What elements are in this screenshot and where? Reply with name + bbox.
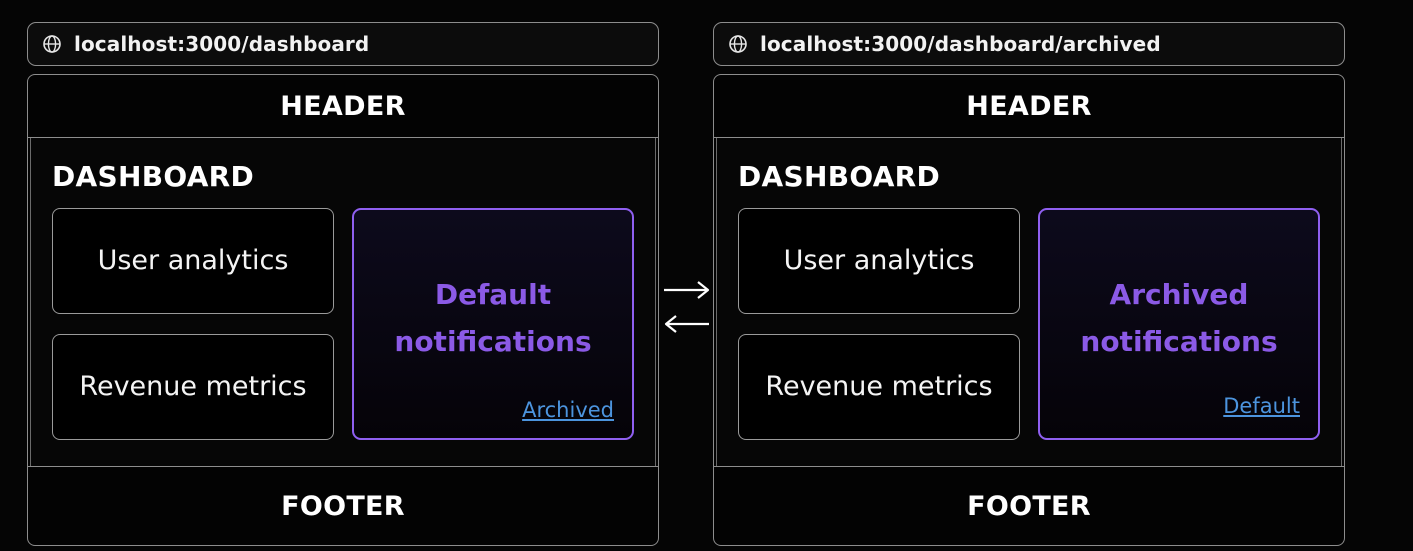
archived-link[interactable]: Archived	[522, 398, 614, 422]
layout-title: DASHBOARD	[52, 160, 255, 193]
dashboard-layout: DASHBOARD User analytics Revenue metrics…	[716, 138, 1342, 466]
footer-section: FOOTER	[28, 466, 658, 545]
header-section: HEADER	[714, 75, 1344, 138]
revenue-metrics-slot: Revenue metrics	[738, 334, 1020, 440]
panel-dashboard-default: localhost:3000/dashboard HEADER DASHBOAR…	[27, 0, 659, 551]
user-analytics-slot: User analytics	[52, 208, 334, 314]
url-text: localhost:3000/dashboard	[74, 32, 370, 56]
address-bar[interactable]: localhost:3000/dashboard/archived	[713, 22, 1345, 66]
notifications-slot: Archived notifications Default	[1038, 208, 1320, 440]
arrow-left-icon	[664, 315, 709, 333]
navigation-arrows	[664, 281, 710, 333]
dashboard-layout: DASHBOARD User analytics Revenue metrics…	[30, 138, 656, 466]
revenue-metrics-slot: Revenue metrics	[52, 334, 334, 440]
globe-icon	[729, 35, 747, 53]
header-section: HEADER	[28, 75, 658, 138]
diagram: localhost:3000/dashboard HEADER DASHBOAR…	[0, 0, 1413, 551]
user-analytics-slot: User analytics	[738, 208, 1020, 314]
url-text: localhost:3000/dashboard/archived	[760, 32, 1161, 56]
notifications-title: Archived notifications	[1080, 278, 1278, 358]
page-frame: HEADER DASHBOARD User analytics Revenue …	[27, 74, 659, 546]
globe-icon	[43, 35, 61, 53]
layout-title: DASHBOARD	[738, 160, 941, 193]
notifications-slot: Default notifications Archived	[352, 208, 634, 440]
footer-section: FOOTER	[714, 466, 1344, 545]
page-frame: HEADER DASHBOARD User analytics Revenue …	[713, 74, 1345, 546]
notifications-title: Default notifications	[394, 278, 592, 358]
address-bar[interactable]: localhost:3000/dashboard	[27, 22, 659, 66]
default-link[interactable]: Default	[1223, 394, 1300, 418]
panel-dashboard-archived: localhost:3000/dashboard/archived HEADER…	[713, 0, 1345, 551]
arrow-right-icon	[664, 281, 710, 299]
